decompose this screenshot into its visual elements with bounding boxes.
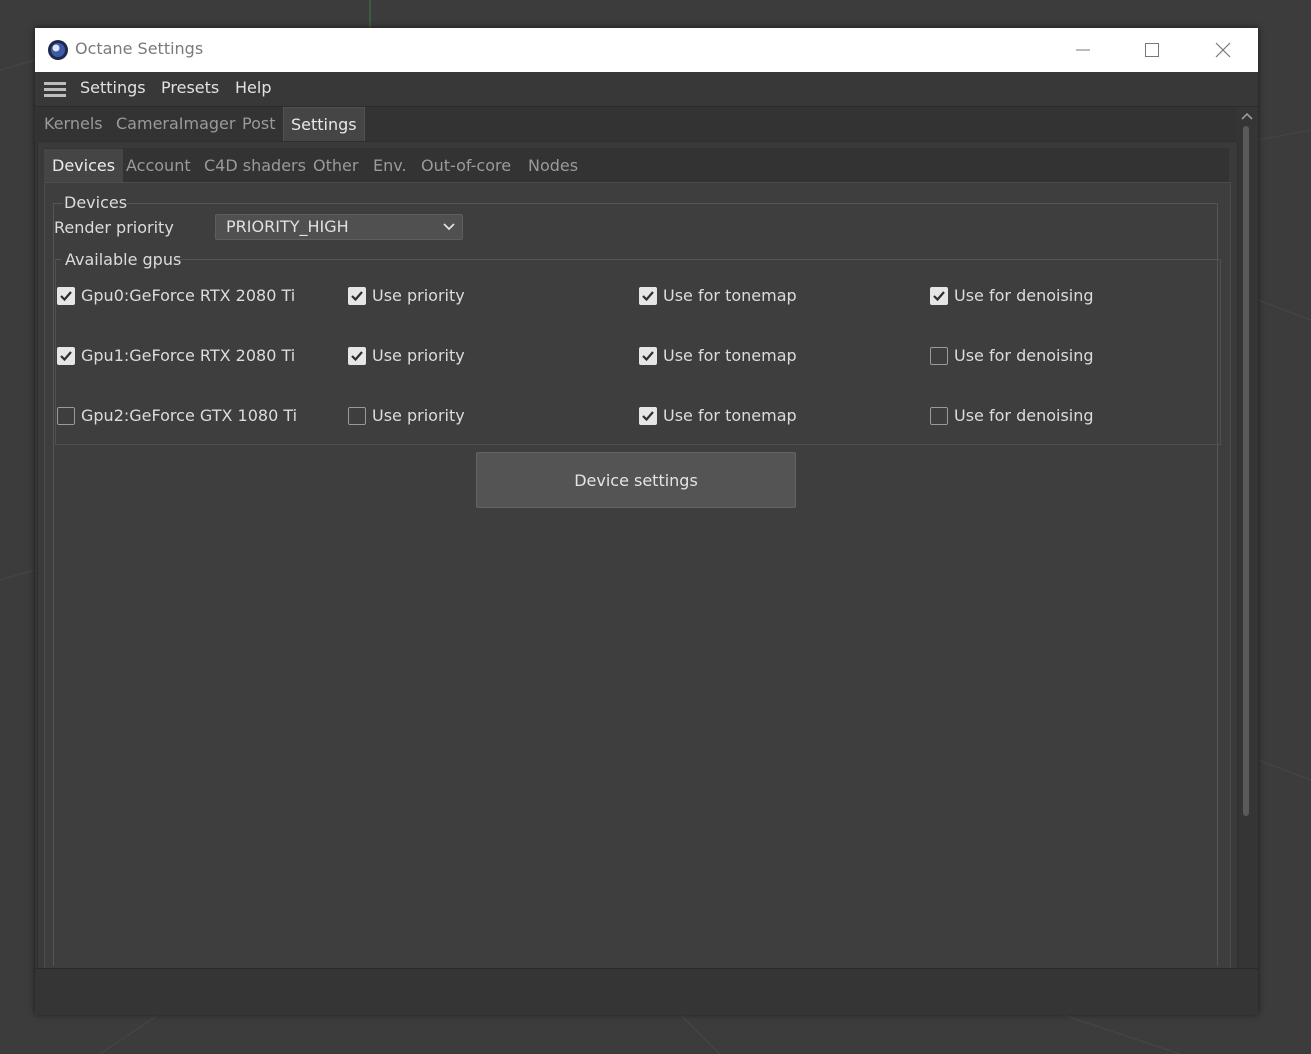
check-icon — [60, 351, 72, 362]
octane-settings-window: Octane Settings Settings Presets Help Ke… — [35, 28, 1258, 1015]
octane-logo-icon — [48, 40, 68, 60]
minimize-button[interactable] — [1063, 36, 1103, 64]
menu-bar: Settings Presets Help — [35, 72, 1258, 107]
tab-devices[interactable]: Devices — [44, 149, 124, 182]
checkbox[interactable] — [348, 287, 366, 305]
check-icon — [642, 291, 654, 302]
checkbox[interactable] — [57, 407, 75, 425]
hamburger-icon[interactable] — [44, 81, 66, 98]
check-icon — [642, 411, 654, 422]
gpu0-name: Gpu0:GeForce RTX 2080 Ti — [81, 286, 296, 305]
chevron-down-icon — [443, 223, 455, 231]
group-border — [127, 203, 1217, 204]
status-strip — [35, 968, 1258, 1015]
check-icon — [933, 291, 945, 302]
group-border — [53, 203, 63, 204]
maximize-button[interactable] — [1132, 36, 1172, 64]
checkbox[interactable] — [348, 347, 366, 365]
main-tab-bar: Kernels CameraImager Post Settings — [37, 107, 1236, 141]
settings-content: Devices Account C4D shaders Other Env. O… — [37, 141, 1238, 969]
checkbox[interactable] — [930, 287, 948, 305]
use-priority-label: Use priority — [372, 286, 465, 305]
group-border — [53, 203, 54, 966]
tab-kernels[interactable]: Kernels — [37, 107, 110, 141]
title-bar[interactable]: Octane Settings — [35, 28, 1258, 72]
checkbox[interactable] — [930, 407, 948, 425]
tab-account[interactable]: Account — [118, 149, 199, 182]
window-title: Octane Settings — [75, 39, 204, 58]
tab-nodes[interactable]: Nodes — [520, 149, 586, 182]
devices-group-label: Devices — [64, 193, 128, 212]
checkbox[interactable] — [639, 407, 657, 425]
use-priority-label: Use priority — [372, 406, 465, 425]
chevron-up-icon[interactable] — [1240, 110, 1254, 122]
tab-out-of-core[interactable]: Out-of-core — [413, 149, 519, 182]
checkbox[interactable] — [639, 287, 657, 305]
tab-post[interactable]: Post — [235, 107, 282, 141]
render-priority-value: PRIORITY_HIGH — [226, 217, 349, 236]
checkbox[interactable] — [57, 347, 75, 365]
denoising-label: Use for denoising — [954, 286, 1094, 305]
tab-c4d-shaders[interactable]: C4D shaders — [196, 149, 314, 182]
menu-presets[interactable]: Presets — [161, 78, 219, 97]
checkbox[interactable] — [639, 347, 657, 365]
checkbox[interactable] — [57, 287, 75, 305]
tab-cameraimager[interactable]: CameraImager — [109, 107, 242, 141]
devices-panel: Devices Render priority PRIORITY_HIGH Av… — [44, 182, 1231, 968]
gpu1-name: Gpu1:GeForce RTX 2080 Ti — [81, 346, 296, 365]
check-icon — [60, 291, 72, 302]
tonemap-label: Use for tonemap — [663, 286, 797, 305]
close-icon — [1215, 42, 1231, 58]
checkbox[interactable] — [930, 347, 948, 365]
sub-tab-bar: Devices Account C4D shaders Other Env. O… — [44, 148, 1229, 182]
tonemap-label: Use for tonemap — [663, 346, 797, 365]
scrollbar-thumb[interactable] — [1243, 126, 1249, 816]
tab-other[interactable]: Other — [305, 149, 366, 182]
device-settings-button[interactable]: Device settings — [476, 452, 796, 508]
vertical-scrollbar[interactable] — [1239, 108, 1255, 998]
check-icon — [642, 351, 654, 362]
tab-settings[interactable]: Settings — [283, 107, 365, 141]
maximize-icon — [1145, 43, 1159, 57]
use-priority-label: Use priority — [372, 346, 465, 365]
denoising-label: Use for denoising — [954, 346, 1094, 365]
render-priority-label: Render priority — [54, 218, 174, 237]
tab-env[interactable]: Env. — [365, 149, 415, 182]
menu-settings[interactable]: Settings — [80, 78, 146, 97]
checkbox[interactable] — [348, 407, 366, 425]
check-icon — [351, 351, 363, 362]
check-icon — [351, 291, 363, 302]
close-button[interactable] — [1203, 36, 1243, 64]
gpu2-name: Gpu2:GeForce GTX 1080 Ti — [81, 406, 298, 425]
render-priority-select[interactable]: PRIORITY_HIGH — [215, 214, 463, 240]
tonemap-label: Use for tonemap — [663, 406, 797, 425]
denoising-label: Use for denoising — [954, 406, 1094, 425]
menu-help[interactable]: Help — [235, 78, 271, 97]
minimize-icon — [1076, 49, 1090, 51]
